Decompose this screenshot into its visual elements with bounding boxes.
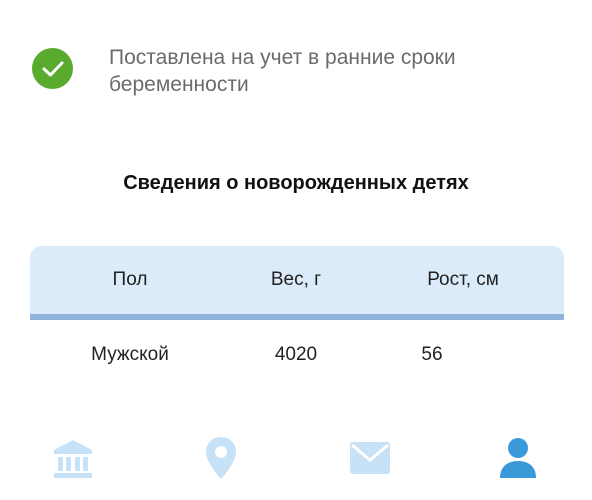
- nav-item-mail[interactable]: [346, 434, 394, 482]
- cell-sex: Мужской: [91, 344, 169, 365]
- nav-item-location[interactable]: [197, 434, 245, 482]
- newborns-section-title: Сведения о новорожденных детях: [123, 172, 469, 194]
- location-pin-icon: [206, 437, 236, 479]
- column-header-height: Рост, см: [427, 269, 499, 290]
- table-row: Мужской 4020 56: [30, 320, 564, 390]
- pregnancy-status: Поставлена на учет в ранние сроки береме…: [32, 44, 572, 98]
- check-circle-icon: [32, 48, 73, 89]
- user-icon: [500, 438, 536, 478]
- institution-icon: [54, 440, 92, 478]
- cell-weight: 4020: [274, 344, 318, 365]
- status-text: Поставлена на учет в ранние сроки береме…: [109, 46, 456, 96]
- cell-height: 56: [421, 344, 443, 365]
- page: Поставлена на учет в ранние сроки береме…: [0, 0, 592, 500]
- nav-item-institution[interactable]: [49, 434, 97, 482]
- nav-item-profile[interactable]: [494, 434, 542, 482]
- bottom-navigation: [0, 430, 592, 490]
- column-header-sex: Пол: [112, 269, 148, 290]
- column-header-weight: Вес, г: [270, 269, 322, 290]
- newborns-table: Пол Вес, г Рост, см Мужской 4020 56: [30, 246, 564, 390]
- mail-icon: [350, 442, 390, 474]
- table-header: Пол Вес, г Рост, см: [30, 246, 564, 314]
